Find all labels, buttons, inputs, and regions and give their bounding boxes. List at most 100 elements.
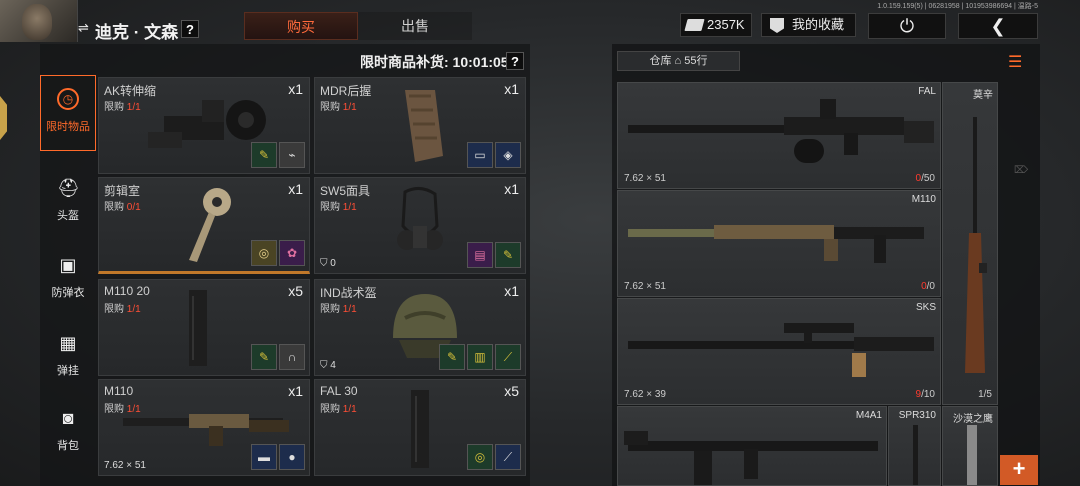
item-qty: x5 <box>504 383 519 399</box>
item-qty: x1 <box>288 181 303 197</box>
knife-icon: ⟋ <box>495 344 521 370</box>
material-list: ✎ ∩ <box>251 344 305 370</box>
item-qty: x1 <box>288 81 303 97</box>
gas-mask-image <box>397 187 443 250</box>
item-qty: x1 <box>288 383 303 399</box>
soap-icon: ▬ <box>251 444 277 470</box>
item-limit: 限购 0/1 <box>104 202 141 213</box>
material-list: ◎ ✿ <box>251 240 305 266</box>
ammo-count: 0/0 <box>921 281 935 292</box>
ammo-count: 9/10 <box>915 389 935 400</box>
power-icon: ⏻ <box>899 16 915 36</box>
category-label: 头盔 <box>57 210 79 222</box>
gun-name: SPR310 <box>898 410 936 421</box>
screw-icon: ✎ <box>495 242 521 268</box>
material-list: ✎ ▥ ⟋ <box>439 344 521 370</box>
caliber-label: 7.62 × 51 <box>104 460 146 471</box>
caliber-label: 7.62 × 51 <box>624 173 666 184</box>
shop-item[interactable]: SW5面具 限购 1/1 x1 0 ▤✎ <box>314 177 526 274</box>
power-button[interactable]: ⏻ <box>868 13 946 39</box>
item-limit: 限购 1/1 <box>104 102 141 113</box>
add-button[interactable]: + <box>1000 455 1038 485</box>
screw-icon: ✎ <box>251 142 277 168</box>
top-bar: ⇌ 迪克 · 文森 ? 购买 出售 2357K 我的收藏 ⏻ ❮ 1.0.159… <box>0 0 1080 44</box>
item-limit: 限购 1/1 <box>320 202 357 213</box>
ammo-count: 1/5 <box>978 389 992 400</box>
gun-image <box>628 323 934 377</box>
shop-item[interactable]: MDR后握 限购 1/1 x1 ▭ ◈ <box>314 77 526 174</box>
grip-image <box>405 90 443 162</box>
gun-name: 莫辛 <box>973 90 993 101</box>
item-limit: 限购 1/1 <box>320 404 357 415</box>
gun-name: M4A1 <box>855 410 882 421</box>
shop-item[interactable]: M110 20 限购 1/1 x5 ✎ ∩ <box>98 279 310 376</box>
chevron-left-icon: ❮ <box>990 16 1006 36</box>
gun-name: M110 <box>911 194 936 205</box>
caliber-label: 7.62 × 51 <box>624 281 666 292</box>
warehouse-gun[interactable]: SKS 7.62 × 39 9/10 <box>617 298 941 405</box>
warehouse-gun[interactable]: M110 7.62 × 51 0/0 <box>617 190 941 297</box>
item-limit: 限购 1/1 <box>104 304 141 315</box>
gun-image <box>628 99 934 163</box>
layers-icon[interactable]: ☰ <box>1008 52 1022 72</box>
category-label: 防弹衣 <box>51 287 85 299</box>
category-limited[interactable]: ◷ 限时物品 <box>40 75 96 151</box>
cash-amount: 2357K <box>707 17 745 32</box>
armor-value: 0 <box>320 258 336 269</box>
warehouse-gun[interactable]: FAL 7.62 × 51 0/50 <box>617 82 941 189</box>
warehouse-gun[interactable]: SPR310 <box>888 406 941 486</box>
favorites-button[interactable]: 我的收藏 <box>761 13 856 37</box>
help-button[interactable]: ? <box>181 20 199 38</box>
fabric-icon: ▤ <box>467 242 493 268</box>
tab-sell[interactable]: 出售 <box>358 12 472 40</box>
warehouse-gun[interactable]: M4A1 <box>617 406 887 486</box>
material-list: ✎ ⌁ <box>251 142 305 168</box>
tab-buy[interactable]: 购买 <box>244 12 358 40</box>
star-badge-icon <box>770 18 784 33</box>
warehouse-gun[interactable]: 莫辛 1/5 <box>942 82 998 405</box>
restock-help-button[interactable]: ? <box>506 52 524 70</box>
category-label: 限时物品 <box>46 121 90 133</box>
shop-item[interactable]: 剪辑室 限购 0/1 x1 ◎ ✿ <box>98 177 310 274</box>
swap-icon[interactable]: ⇌ <box>78 20 89 36</box>
helmet-icon: ⛑ <box>57 178 80 198</box>
gun-image <box>965 117 987 373</box>
gun-image <box>967 425 977 485</box>
category-rig[interactable]: ▦ 弹挂 <box>40 320 96 396</box>
warehouse-title: 仓库 <box>649 55 672 67</box>
gun-image <box>624 431 878 485</box>
item-name: M110 20 <box>104 284 150 298</box>
warehouse-gun[interactable]: 沙漠之鹰 <box>942 406 998 486</box>
item-limit: 限购 1/1 <box>320 304 357 315</box>
avatar[interactable] <box>0 0 78 42</box>
caliber-label: 7.62 × 39 <box>624 389 666 400</box>
screw-icon: ✎ <box>251 344 277 370</box>
tape-icon: ◎ <box>467 444 493 470</box>
wire-icon: ⌁ <box>279 142 305 168</box>
gun-name: FAL <box>918 86 936 97</box>
back-button[interactable]: ❮ <box>958 13 1038 39</box>
category-backpack[interactable]: ◙ 背包 <box>40 395 96 471</box>
item-qty: x1 <box>504 283 519 299</box>
shop-item[interactable]: AK转伸缩 限购 1/1 x1 ✎ ⌁ <box>98 77 310 174</box>
ammo-count: 0/50 <box>915 173 935 184</box>
cash-display: 2357K <box>680 13 752 37</box>
item-name: SW5面具 <box>320 184 371 198</box>
gun-name: 沙漠之鹰 <box>953 414 993 425</box>
shop-item[interactable]: FAL 30 限购 1/1 x5 ◎ ⟋ <box>314 379 526 476</box>
magazine-image <box>189 290 207 366</box>
category-helmet[interactable]: ⛑ 头盔 <box>40 165 96 241</box>
coin-icon: ● <box>279 444 305 470</box>
gun-image <box>628 225 924 263</box>
rig-icon: ▦ <box>59 333 77 353</box>
material-list: ◎ ⟋ <box>467 444 521 470</box>
item-name: FAL 30 <box>320 384 358 398</box>
shop-item[interactable]: IND战术盔 限购 1/1 x1 4 ✎▥⟋ <box>314 279 526 376</box>
shop-item[interactable]: M110 限购 1/1 x1 7.62 × 51 ▬ ● <box>98 379 310 476</box>
armor-value: 4 <box>320 360 336 371</box>
item-qty: x1 <box>504 81 519 97</box>
category-vest[interactable]: ▣ 防弹衣 <box>40 242 96 318</box>
favorites-label: 我的收藏 <box>792 17 845 32</box>
vest-icon: ▣ <box>59 255 77 275</box>
material-list: ▭ ◈ <box>467 142 521 168</box>
